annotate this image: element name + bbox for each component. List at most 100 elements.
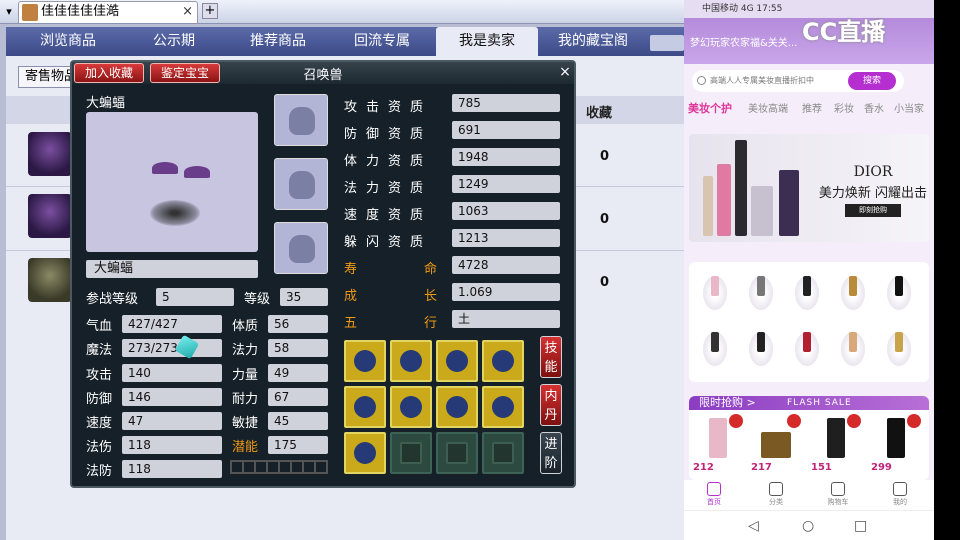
new-tab-icon[interactable]: + xyxy=(202,3,218,19)
grid-product[interactable] xyxy=(787,326,827,368)
nav-seller[interactable]: 我是卖家 xyxy=(436,27,538,56)
list-item-thumb[interactable] xyxy=(28,194,72,238)
recents-icon[interactable]: □ xyxy=(854,518,867,534)
stat-value-hp: 427/427 xyxy=(122,315,222,333)
inner-core-tab-button[interactable]: 内丹 xyxy=(540,384,562,426)
grid-product[interactable] xyxy=(695,270,735,312)
nav-extra[interactable] xyxy=(650,35,684,51)
stat-value-magic-defense: 118 xyxy=(122,460,222,478)
attr-label-endurance: 耐力 xyxy=(232,392,259,407)
flash-sale-tag: FLASH SALE xyxy=(787,398,852,408)
stat-value-magic-damage: 118 xyxy=(122,436,222,454)
stat-value-mp: 273/273 xyxy=(122,339,222,357)
cat-tab[interactable]: 美妆个护 xyxy=(688,100,732,116)
skill-slot[interactable] xyxy=(344,432,386,474)
flash-product[interactable]: 151 xyxy=(811,414,863,476)
nav-treasure[interactable]: 我的藏宝阁 xyxy=(542,27,644,56)
aptitude-value: 1063 xyxy=(452,202,560,220)
window-menu-icon[interactable]: ▾ xyxy=(1,3,17,20)
list-item-thumb[interactable] xyxy=(28,132,72,176)
lifespan-label-a: 寿 xyxy=(344,262,358,277)
skill-slot[interactable] xyxy=(390,340,432,382)
aptitude-value: 1249 xyxy=(452,175,560,193)
cat-tab[interactable]: 美妆高端 xyxy=(748,100,788,115)
dialog-title: 召唤兽 xyxy=(303,68,343,83)
close-icon[interactable]: × xyxy=(558,64,572,80)
grid-product[interactable] xyxy=(833,326,873,368)
aptitude-label: 攻击资质 xyxy=(344,100,433,115)
skill-slot[interactable] xyxy=(390,386,432,428)
flash-sale-header[interactable]: 限时抢购 > FLASH SALE xyxy=(689,396,929,410)
element-value: 土 xyxy=(452,310,560,328)
nav-return[interactable]: 回流专属 xyxy=(332,27,432,56)
cat-tab[interactable]: 推荐 xyxy=(802,100,822,115)
home-button-icon[interactable]: ○ xyxy=(802,518,814,534)
tab-category[interactable]: 分类 xyxy=(756,482,796,507)
nav-public[interactable]: 公示期 xyxy=(124,27,224,56)
tab-home[interactable]: 首页 xyxy=(694,482,734,507)
helmet-icon xyxy=(289,107,315,135)
skill-slot[interactable] xyxy=(436,386,478,428)
advance-tab-button[interactable]: 进阶 xyxy=(540,432,562,474)
battle-level-value: 5 xyxy=(156,288,234,306)
promo-banner[interactable]: DIOR 美力焕新 闪耀出击 即刻抢购 xyxy=(689,134,929,242)
pet-detail-dialog: 召唤兽 加入收藏 鉴定宝宝 × 大蝙蝠 大蝙蝠 参战等级 5 等级 35 气血 … xyxy=(70,60,576,488)
skill-slot[interactable] xyxy=(344,386,386,428)
flash-product[interactable]: 299 xyxy=(871,414,923,476)
flash-product[interactable]: 217 xyxy=(751,414,803,476)
skills-tab-button[interactable]: 技能 xyxy=(540,336,562,378)
flash-title: 限时抢购 > xyxy=(699,396,756,409)
skill-icon xyxy=(492,396,514,418)
browser-tab[interactable]: 佳佳佳佳佳澔 × xyxy=(18,1,198,23)
banner-buy-button[interactable]: 即刻抢购 xyxy=(845,204,901,217)
game-window: ▾ 佳佳佳佳佳澔 × + 浏览商品 公示期 推荐商品 回流专属 我是卖家 我的藏… xyxy=(0,0,684,540)
level-value: 35 xyxy=(280,288,328,306)
flash-price: 299 xyxy=(871,462,892,473)
attr-label-strength: 力量 xyxy=(232,368,259,383)
nav-recommend[interactable]: 推荐商品 xyxy=(228,27,328,56)
product-grid xyxy=(689,262,929,382)
skill-icon xyxy=(354,442,376,464)
cat-tab[interactable]: 香水 xyxy=(864,100,884,115)
skill-slot[interactable] xyxy=(482,340,524,382)
equip-slot-armor[interactable] xyxy=(274,222,328,274)
skill-slot-empty[interactable] xyxy=(436,432,478,474)
back-icon[interactable]: ◁ xyxy=(748,518,759,534)
grid-product[interactable] xyxy=(879,270,919,312)
nav-browse[interactable]: 浏览商品 xyxy=(16,27,120,56)
search-icon xyxy=(697,76,706,85)
grid-product[interactable] xyxy=(695,326,735,368)
equip-slot-necklace[interactable] xyxy=(274,158,328,210)
stat-label-magic-damage: 法伤 xyxy=(86,440,113,455)
aptitude-value: 1948 xyxy=(452,148,560,166)
search-button[interactable]: 搜索 xyxy=(848,72,896,90)
grid-product[interactable] xyxy=(833,270,873,312)
category-icon xyxy=(769,482,783,496)
empty-slot-icon xyxy=(400,442,422,464)
equip-slot-helmet[interactable] xyxy=(274,94,328,146)
skill-icon xyxy=(354,396,376,418)
grid-product[interactable] xyxy=(741,270,781,312)
cat-tab[interactable]: 小当家 xyxy=(894,100,924,115)
decorative-pattern xyxy=(230,460,328,474)
skill-slot-empty[interactable] xyxy=(482,432,524,474)
list-item-thumb[interactable] xyxy=(28,258,72,302)
appraise-pet-button[interactable]: 鉴定宝宝 xyxy=(150,63,220,83)
add-favorite-button[interactable]: 加入收藏 xyxy=(74,63,144,83)
skill-slot[interactable] xyxy=(344,340,386,382)
tab-close-icon[interactable]: × xyxy=(182,2,193,22)
grid-product[interactable] xyxy=(741,326,781,368)
tab-cart[interactable]: 购物车 xyxy=(818,482,858,507)
tab-profile[interactable]: 我的 xyxy=(880,482,920,507)
aptitude-label: 防御资质 xyxy=(344,127,433,142)
grid-product[interactable] xyxy=(879,326,919,368)
grid-product[interactable] xyxy=(787,270,827,312)
skill-slot-empty[interactable] xyxy=(390,432,432,474)
row-fav-count: 0 xyxy=(600,275,610,290)
sell-item-button[interactable]: 寄售物品 xyxy=(18,66,72,88)
skill-slot[interactable] xyxy=(482,386,524,428)
skill-slot[interactable] xyxy=(436,340,478,382)
cat-tab[interactable]: 彩妆 xyxy=(834,100,854,115)
attr-label-potential: 潜能 xyxy=(232,440,259,455)
flash-product[interactable]: 212 xyxy=(693,414,745,476)
